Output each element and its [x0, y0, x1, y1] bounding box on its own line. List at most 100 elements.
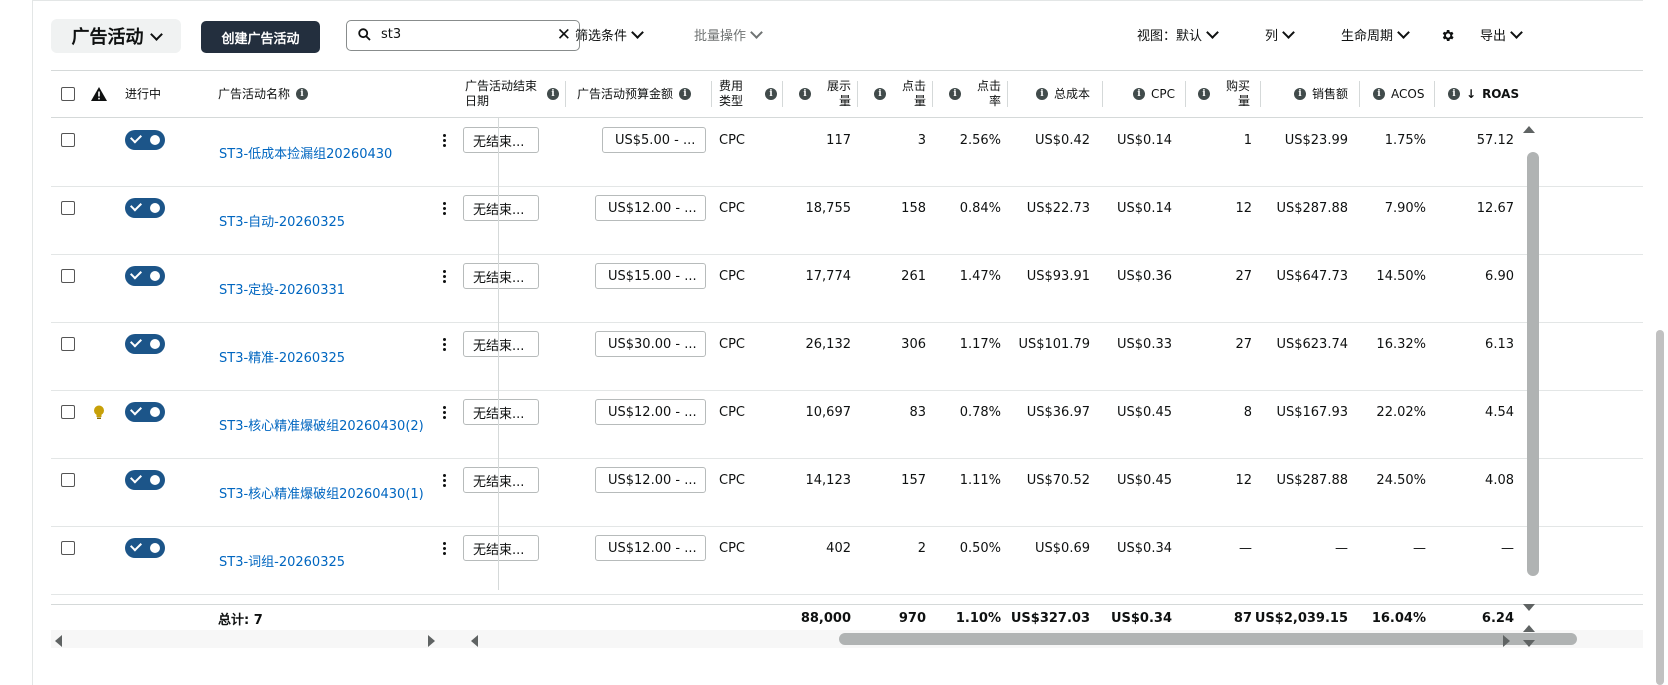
info-icon[interactable]: i	[874, 88, 886, 100]
settings-gear-icon[interactable]	[1440, 28, 1455, 43]
search-input[interactable]	[379, 26, 543, 43]
row-checkbox[interactable]	[61, 541, 75, 555]
row-checkbox[interactable]	[61, 405, 75, 419]
scroll-up-arrow-icon[interactable]	[1523, 126, 1535, 133]
end-date-input[interactable]: 无结束...	[463, 331, 539, 357]
status-toggle[interactable]	[125, 470, 165, 490]
col-campaign-name[interactable]: 广告活动名称 i	[218, 71, 309, 117]
scroll-left-arrow-icon[interactable]	[471, 635, 478, 647]
col-cpc[interactable]: i CPC	[1133, 71, 1175, 117]
budget-input[interactable]: US$12.00 - ...	[595, 467, 706, 493]
info-icon[interactable]: i	[1373, 88, 1385, 100]
info-icon[interactable]: i	[1036, 88, 1048, 100]
filter-dropdown[interactable]: 筛选条件	[575, 25, 644, 44]
end-date-input[interactable]: 无结束...	[463, 399, 539, 425]
status-toggle[interactable]	[125, 402, 165, 422]
clear-search-icon[interactable]: ✕	[557, 27, 571, 44]
campaign-name-link[interactable]: ST3-核心精准爆破组20260430(1)	[219, 483, 424, 502]
scroll-down-arrow-icon[interactable]	[1523, 640, 1535, 647]
col-end-date[interactable]: 广告活动结束日期 i	[465, 71, 559, 117]
budget-input[interactable]: US$12.00 - ...	[595, 195, 706, 221]
col-clicks[interactable]: i 点击量	[874, 71, 926, 117]
row-checkbox[interactable]	[61, 201, 75, 215]
more-actions-icon[interactable]	[443, 133, 446, 147]
budget-input[interactable]: US$12.00 - ...	[595, 399, 706, 425]
scroll-left-arrow-icon[interactable]	[55, 635, 62, 647]
view-dropdown[interactable]: 视图：默认	[1137, 25, 1219, 44]
column-divider	[932, 81, 933, 107]
horizontal-scrollbar-thumb[interactable]	[839, 633, 1577, 645]
more-actions-icon[interactable]	[443, 201, 446, 215]
col-cost-type[interactable]: 费用类型 i	[719, 71, 777, 117]
info-icon[interactable]: i	[1448, 88, 1460, 100]
info-icon[interactable]: i	[1294, 88, 1306, 100]
more-actions-icon[interactable]	[443, 269, 446, 283]
col-active[interactable]: 进行中	[125, 71, 161, 117]
end-date-input[interactable]: 无结束...	[463, 195, 539, 221]
col-ctr[interactable]: i 点击率	[949, 71, 1001, 117]
status-toggle[interactable]	[125, 198, 165, 218]
export-dropdown[interactable]: 导出	[1480, 25, 1523, 44]
campaign-name-link[interactable]: ST3-词组-20260325	[219, 551, 345, 570]
scroll-right-arrow-icon[interactable]	[1503, 635, 1510, 647]
create-campaign-button[interactable]: 创建广告活动	[201, 21, 320, 53]
row-checkbox[interactable]	[61, 337, 75, 351]
budget-input[interactable]: US$12.00 - ...	[595, 535, 706, 561]
info-icon[interactable]: i	[949, 88, 961, 100]
end-date-input[interactable]: 无结束...	[463, 535, 539, 561]
info-icon[interactable]: i	[799, 88, 811, 100]
info-icon[interactable]: i	[296, 88, 309, 100]
lifecycle-dropdown[interactable]: 生命周期	[1341, 25, 1410, 44]
col-acos[interactable]: i ACOS	[1373, 71, 1424, 117]
campaign-name-link[interactable]: ST3-定投-20260331	[219, 279, 345, 298]
budget-input[interactable]: US$30.00 - ...	[595, 331, 706, 357]
col-budget[interactable]: 广告活动预算金额 i	[577, 71, 692, 117]
search-box[interactable]: ✕	[346, 20, 580, 51]
status-toggle[interactable]	[125, 266, 165, 286]
info-icon[interactable]: i	[547, 88, 559, 100]
row-checkbox[interactable]	[61, 133, 75, 147]
campaign-name-link[interactable]: ST3-自动-20260325	[219, 211, 345, 230]
budget-input[interactable]: US$15.00 - ...	[595, 263, 706, 289]
info-icon[interactable]: i	[765, 88, 777, 100]
end-date-input[interactable]: 无结束...	[463, 263, 539, 289]
more-actions-icon[interactable]	[443, 405, 446, 419]
scroll-down-arrow-icon[interactable]	[1523, 604, 1535, 611]
sort-descending-icon: ↓	[1466, 86, 1477, 101]
columns-dropdown[interactable]: 列	[1265, 25, 1295, 44]
row-checkbox[interactable]	[61, 269, 75, 283]
campaign-name-link[interactable]: ST3-核心精准爆破组20260430(2)	[219, 415, 424, 434]
select-all-checkbox[interactable]	[61, 87, 75, 101]
cost-type-cell: CPC	[719, 200, 745, 216]
scroll-right-arrow-icon[interactable]	[428, 635, 435, 647]
more-actions-icon[interactable]	[443, 541, 446, 555]
col-roas[interactable]: i ↓ ROAS	[1448, 71, 1519, 117]
campaign-name-link[interactable]: ST3-精准-20260325	[219, 347, 345, 366]
bulk-actions-dropdown[interactable]: 批量操作	[694, 25, 763, 44]
budget-input[interactable]: US$5.00 - ...	[602, 127, 706, 153]
status-toggle[interactable]	[125, 538, 165, 558]
col-orders[interactable]: i 购买量	[1198, 71, 1250, 117]
scroll-up-arrow-icon[interactable]	[1523, 625, 1535, 632]
lightbulb-icon[interactable]	[93, 405, 105, 420]
info-icon[interactable]: i	[1133, 88, 1145, 100]
col-spend[interactable]: i 总成本	[1036, 71, 1090, 117]
info-icon[interactable]: i	[679, 88, 692, 100]
orders-cell: 27	[1235, 336, 1252, 352]
acos-cell: 16.32%	[1376, 336, 1426, 352]
end-date-input[interactable]: 无结束...	[463, 467, 539, 493]
info-icon[interactable]: i	[1198, 88, 1210, 100]
more-actions-icon[interactable]	[443, 337, 446, 351]
campaign-type-dropdown[interactable]: 广告活动	[51, 19, 181, 53]
page-scrollbar-thumb[interactable]	[1656, 330, 1664, 685]
status-toggle[interactable]	[125, 334, 165, 354]
more-actions-icon[interactable]	[443, 473, 446, 487]
campaign-name-link[interactable]: ST3-低成本捡漏组20260430	[219, 143, 392, 162]
status-toggle[interactable]	[125, 130, 165, 150]
campaign-name-cell: ST3-自动-20260325	[219, 198, 345, 242]
col-impressions[interactable]: i 展示量	[799, 71, 851, 117]
end-date-input[interactable]: 无结束...	[463, 127, 539, 153]
vertical-scrollbar-thumb[interactable]	[1527, 152, 1539, 576]
row-checkbox[interactable]	[61, 473, 75, 487]
col-sales[interactable]: i 销售额	[1294, 71, 1348, 117]
